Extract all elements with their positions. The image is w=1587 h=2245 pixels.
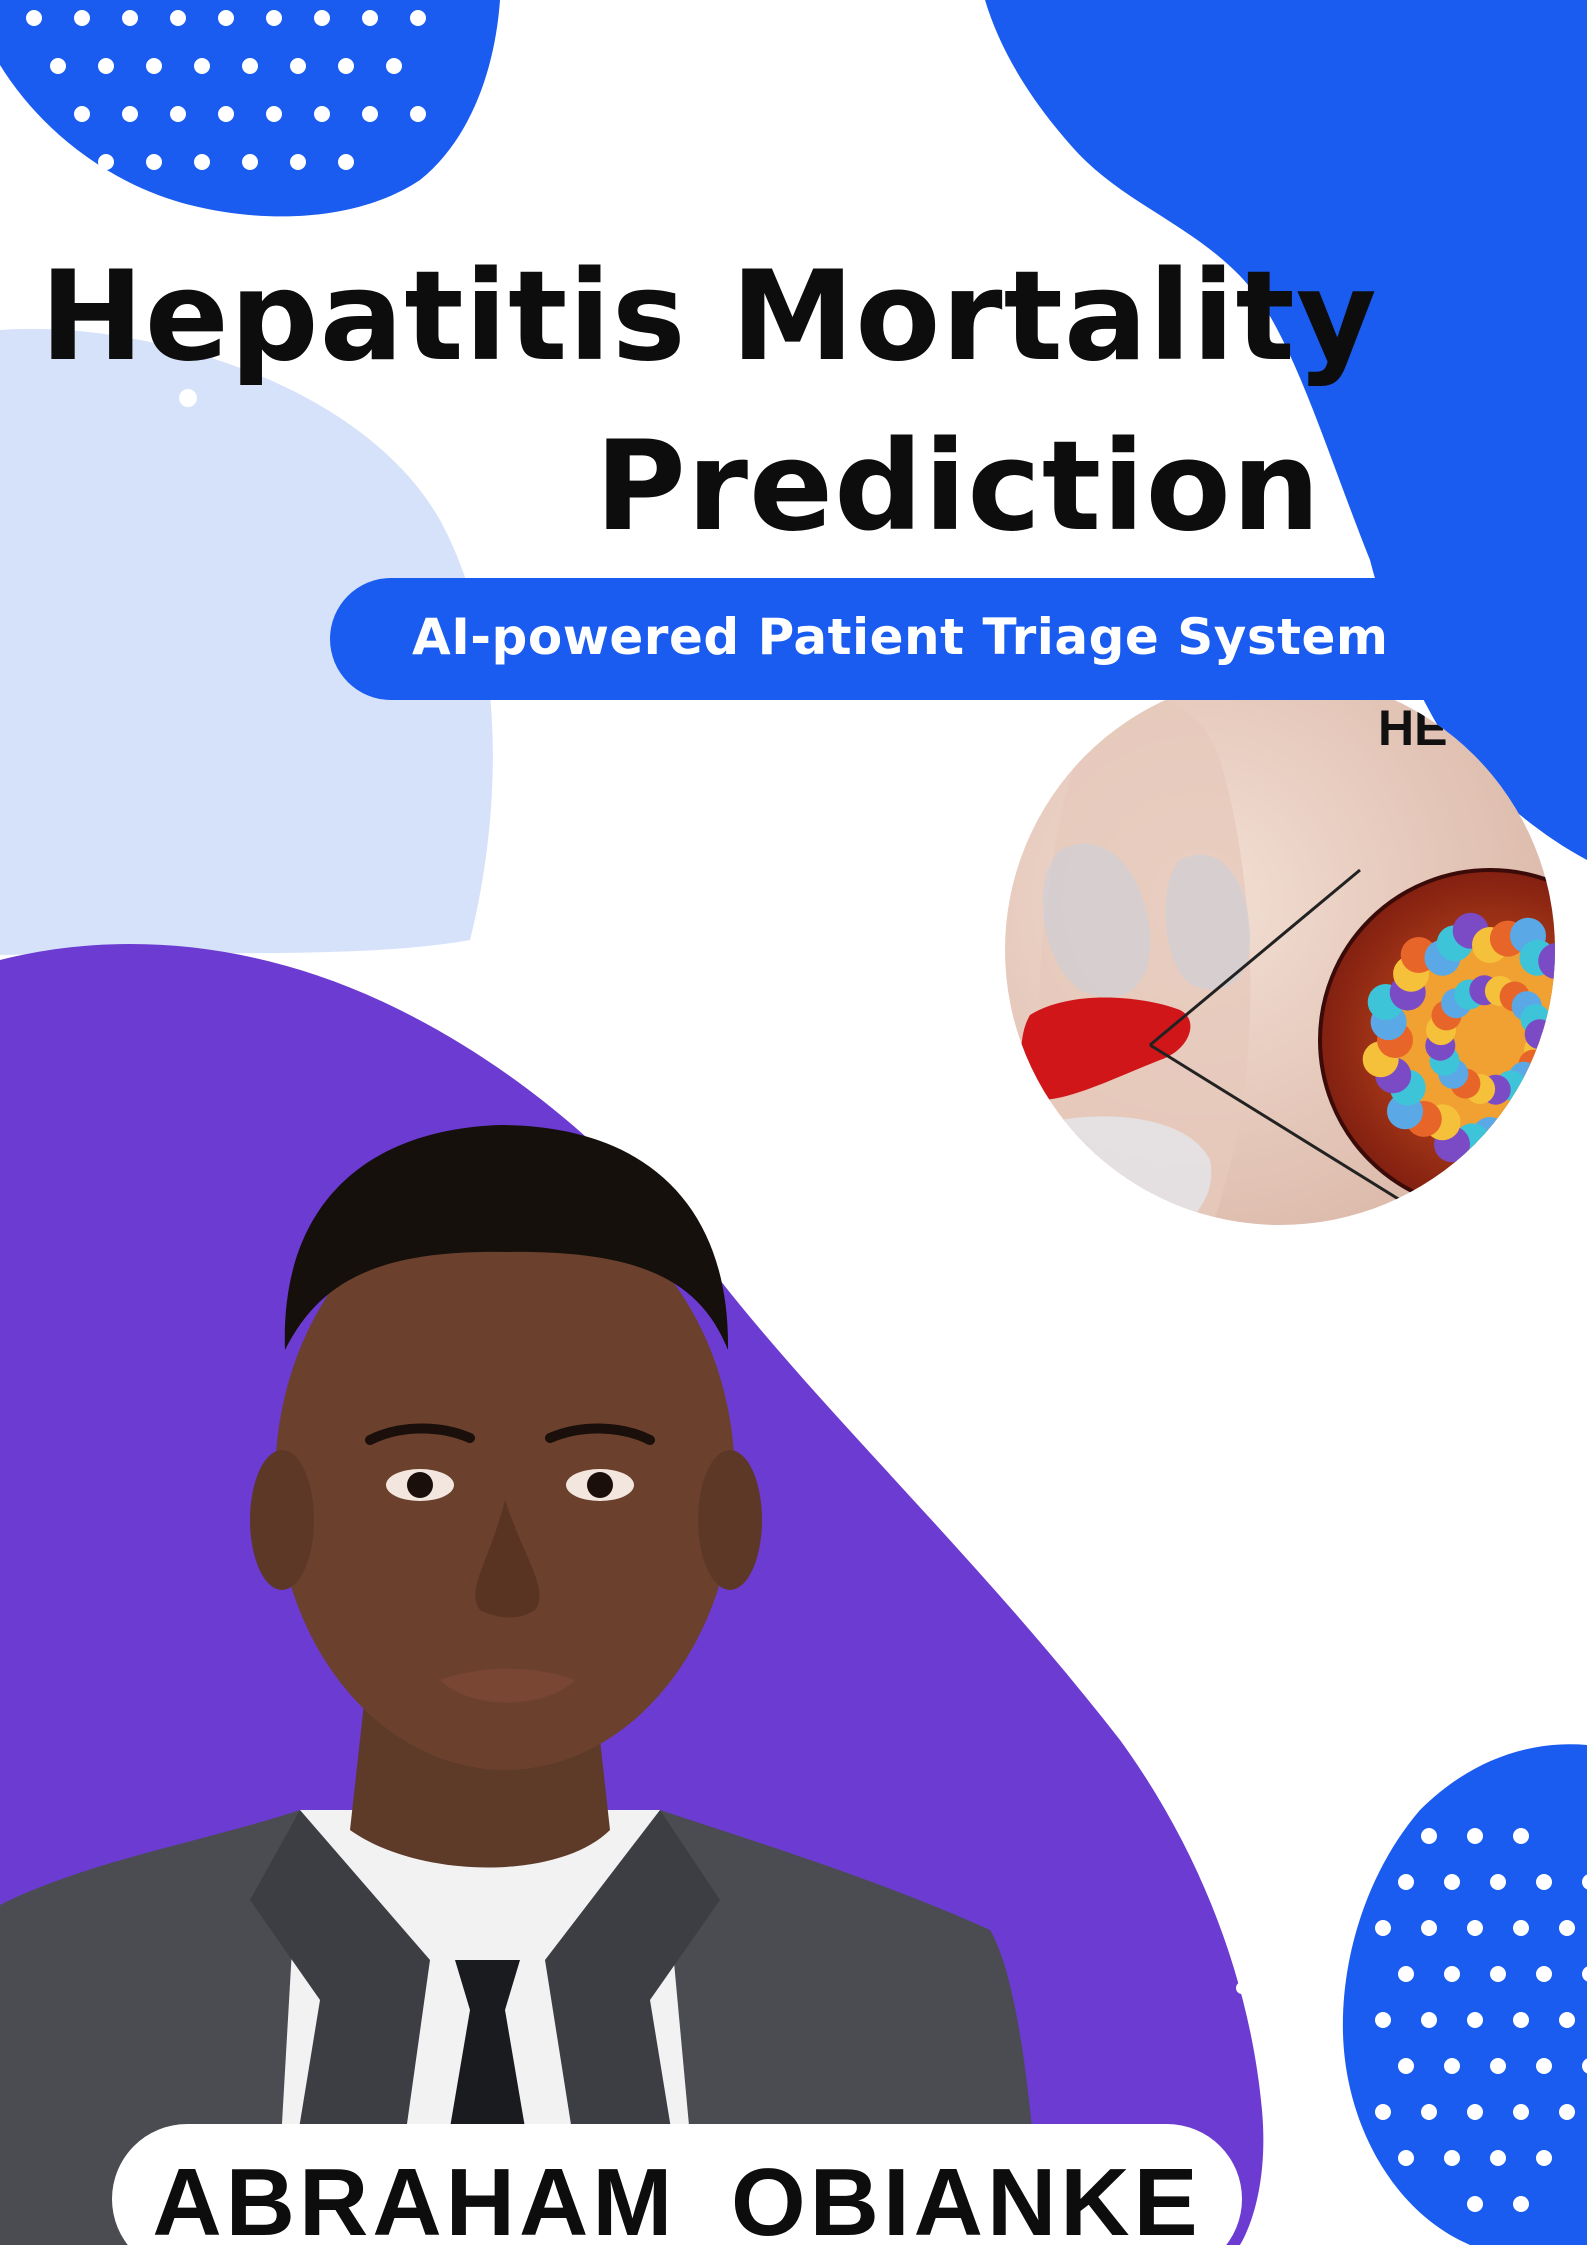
author-name: ABRAHAM OBIANKE <box>152 2149 1202 2245</box>
person-portrait <box>0 1125 1040 2245</box>
poster: HE Hepatitis Mortality Prediction AI-pow… <box>0 0 1587 2245</box>
name-plate: ABRAHAM OBIANKE <box>112 2124 1242 2245</box>
